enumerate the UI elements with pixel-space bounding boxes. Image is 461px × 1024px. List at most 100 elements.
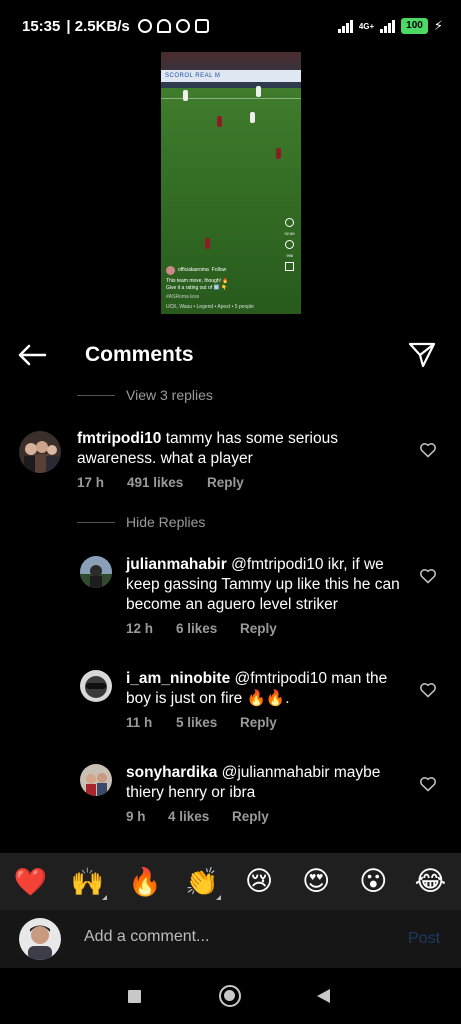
player bbox=[205, 238, 210, 249]
emoji-raised-hands-button[interactable]: 🙌 bbox=[68, 866, 108, 900]
variants-indicator bbox=[215, 894, 221, 900]
heart-icon[interactable] bbox=[285, 218, 295, 227]
emoji-fire-button[interactable]: 🔥 bbox=[125, 866, 165, 898]
heart-icon[interactable] bbox=[419, 681, 437, 699]
status-time: 15:35 bbox=[22, 17, 61, 35]
comment-input[interactable] bbox=[84, 928, 384, 946]
reply-body: julianmahabir @fmtripodi10 ikr, if we ke… bbox=[126, 555, 406, 615]
reply-time: 9 h bbox=[126, 809, 146, 824]
profile-photo-icon bbox=[80, 556, 112, 588]
avatar[interactable] bbox=[19, 431, 61, 473]
reply-username[interactable]: i_am_ninobite bbox=[126, 670, 230, 687]
emoji-glyph: 🙌 bbox=[70, 866, 105, 898]
emoji-heart-button[interactable]: ❤️ bbox=[11, 866, 51, 898]
message-icon bbox=[194, 19, 209, 33]
player bbox=[256, 86, 261, 97]
audio-label: UCK, Wasu • Legend • Apost • 5 people bbox=[166, 304, 254, 310]
avatar[interactable] bbox=[80, 764, 112, 796]
whatsapp-icon bbox=[175, 19, 190, 33]
notification-icons bbox=[137, 19, 209, 33]
profile-photo-icon bbox=[80, 764, 112, 796]
share-icon[interactable] bbox=[285, 262, 295, 271]
heart-icon[interactable] bbox=[419, 441, 437, 459]
comment-body: fmtripodi10 tammy has some serious aware… bbox=[77, 429, 407, 469]
reply-meta: 9 h 4 likes Reply bbox=[126, 809, 269, 824]
home-icon[interactable] bbox=[219, 985, 241, 1007]
emoji-laughing-button[interactable]: 😂 bbox=[410, 866, 450, 897]
share-button[interactable] bbox=[404, 338, 440, 372]
reply-likes[interactable]: 5 likes bbox=[176, 715, 240, 730]
comment-username[interactable]: fmtripodi10 bbox=[77, 430, 161, 447]
profile-photo-icon bbox=[80, 670, 112, 702]
reply-likes[interactable]: 6 likes bbox=[176, 621, 240, 636]
reply-body: sonyhardika @julianmahabir maybe thiery … bbox=[126, 763, 406, 803]
comment-icon[interactable] bbox=[285, 240, 295, 249]
battery-icon: 100 bbox=[401, 18, 428, 34]
reply-username[interactable]: julianmahabir bbox=[126, 556, 227, 573]
reply-username[interactable]: sonyhardika bbox=[126, 764, 217, 781]
video-account[interactable]: officialasroma Follow bbox=[166, 266, 276, 275]
video-preview[interactable]: SCOROL REAL M 92.6K 996 officialasroma F… bbox=[161, 52, 301, 314]
hide-replies-label: Hide Replies bbox=[126, 514, 206, 530]
status-right: 4G+ 100 ⚡ bbox=[337, 18, 443, 34]
comment-time: 17 h bbox=[77, 475, 105, 490]
arrow-left-icon bbox=[18, 344, 47, 366]
reply-button[interactable]: Reply bbox=[240, 621, 277, 636]
video-comments: 996 bbox=[286, 253, 294, 258]
back-triangle-icon[interactable] bbox=[317, 989, 330, 1003]
player bbox=[250, 112, 255, 123]
reply-meta: 12 h 6 likes Reply bbox=[126, 621, 277, 636]
reply-item: sonyhardika @julianmahabir maybe thiery … bbox=[0, 761, 461, 831]
comments-header: Comments bbox=[0, 330, 461, 380]
avatar[interactable] bbox=[80, 556, 112, 588]
back-button[interactable] bbox=[14, 340, 50, 370]
alarm-icon bbox=[137, 19, 152, 33]
recents-icon[interactable] bbox=[128, 990, 141, 1003]
emoji-clap-button[interactable]: 👏 bbox=[182, 866, 222, 900]
status-left: 15:35 | 2.5KB/s bbox=[22, 18, 209, 35]
charging-icon: ⚡ bbox=[433, 18, 443, 33]
status-speed: | 2.5KB/s bbox=[66, 17, 130, 35]
caption-line-2: Give it a rating out of 🔟 👇 bbox=[166, 285, 228, 291]
emoji-heart-eyes-button[interactable]: 😍 bbox=[296, 866, 336, 897]
account-avatar bbox=[166, 266, 175, 275]
emoji-surprised-button[interactable]: 😮 bbox=[353, 866, 393, 897]
heart-icon[interactable] bbox=[419, 567, 437, 585]
comment-composer: Post bbox=[0, 910, 461, 968]
system-nav-bar bbox=[0, 968, 461, 1024]
reply-body: i_am_ninobite @fmtripodi10 man the boy i… bbox=[126, 669, 406, 709]
headphones-icon bbox=[156, 19, 171, 33]
view-replies-toggle[interactable]: View 3 replies bbox=[77, 387, 213, 403]
signal-icon-2 bbox=[380, 19, 396, 33]
group-photo-icon bbox=[19, 431, 61, 473]
avatar bbox=[19, 918, 61, 960]
video-adboard: SCOROL REAL M bbox=[161, 70, 301, 82]
reply-time: 11 h bbox=[126, 715, 153, 730]
divider-dash bbox=[77, 521, 115, 523]
follow-link[interactable]: Follow bbox=[212, 267, 226, 274]
send-icon bbox=[408, 342, 436, 368]
reply-button[interactable]: Reply bbox=[232, 809, 269, 824]
reply-button[interactable]: Reply bbox=[207, 475, 244, 490]
emoji-bar: ❤️ 🙌 🔥 👏 😢 😍 😮 😂 bbox=[0, 853, 461, 910]
hide-replies-toggle[interactable]: Hide Replies bbox=[77, 514, 205, 530]
reply-button[interactable]: Reply bbox=[240, 715, 277, 730]
page-title: Comments bbox=[85, 343, 194, 366]
emoji-glyph: 👏 bbox=[185, 866, 219, 898]
comment-likes[interactable]: 491 likes bbox=[127, 475, 207, 490]
signal-icon bbox=[337, 19, 353, 33]
comment-meta: 17 h 491 likes Reply bbox=[77, 475, 244, 490]
video-likes: 92.6K bbox=[284, 231, 295, 236]
heart-icon[interactable] bbox=[419, 775, 437, 793]
reply-item: i_am_ninobite @fmtripodi10 man the boy i… bbox=[0, 667, 461, 737]
caption-line-1: This team move, though! 🔥 bbox=[166, 278, 229, 284]
post-button[interactable]: Post bbox=[408, 930, 440, 948]
reply-likes[interactable]: 4 likes bbox=[168, 809, 232, 824]
emoji-crying-button[interactable]: 😢 bbox=[239, 866, 279, 897]
avatar[interactable] bbox=[80, 670, 112, 702]
divider-dash bbox=[77, 394, 115, 396]
account-name: officialasroma bbox=[178, 267, 209, 273]
reply-time: 12 h bbox=[126, 621, 154, 636]
view-replies-label: View 3 replies bbox=[126, 387, 213, 403]
player bbox=[217, 116, 222, 127]
